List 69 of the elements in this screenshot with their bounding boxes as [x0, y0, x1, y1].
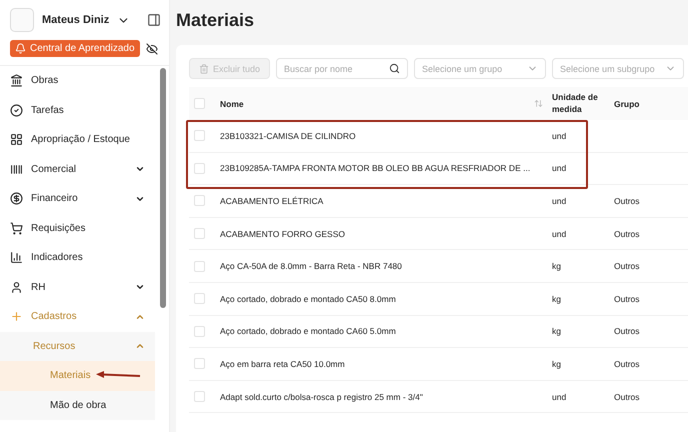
- user-icon: [10, 280, 23, 294]
- search-icon: [389, 63, 400, 74]
- table-cell-text: Outros: [614, 326, 641, 336]
- row-checkbox[interactable]: [194, 260, 205, 272]
- annotation-arrow: [96, 370, 142, 380]
- row-checkbox[interactable]: [194, 195, 205, 206]
- table-cell-text: und: [552, 130, 568, 141]
- table-cell-text: kg: [552, 261, 562, 272]
- row-checkbox[interactable]: [194, 293, 205, 304]
- sidebar-item[interactable]: Requisições: [0, 214, 155, 243]
- check-circle-icon: [10, 104, 23, 117]
- row-checkbox[interactable]: [194, 228, 205, 240]
- table-cell-text: und: [552, 163, 568, 174]
- sidebar-item[interactable]: Obras: [0, 66, 155, 96]
- page-title: Materiais: [176, 10, 256, 31]
- table-cell-text: ACABAMENTO FORRO GESSO: [220, 228, 346, 239]
- table-cell-text: Aço cortado, dobrado e montado CA60 5.0mm: [220, 326, 397, 336]
- eye-off-icon[interactable]: [146, 42, 158, 54]
- table-cell-text: Outros: [614, 392, 641, 402]
- bank-icon: [10, 74, 23, 88]
- row-checkbox[interactable]: [194, 326, 205, 337]
- user-name[interactable]: Mateus Diniz: [42, 14, 110, 26]
- table-row[interactable]: 23B109285A-TAMPA FRONTA MOTOR BB OLEO BB AGUA RESFRIADOR DE ... und: [189, 152, 688, 186]
- dollar-icon: [10, 192, 23, 206]
- sort-icon[interactable]: [534, 99, 543, 108]
- row-checkbox[interactable]: [194, 391, 205, 402]
- plus-icon: [10, 310, 23, 324]
- table-cell-text: ACABAMENTO ELÉTRICA: [220, 196, 324, 206]
- bar-chart-icon: [10, 251, 23, 264]
- barcode-icon: [10, 162, 23, 176]
- table-cell-text: Aço em barra reta CA50 10.0mm: [220, 358, 346, 369]
- table-cell-text: 23B103321-CAMISA DE CILINDRO: [220, 130, 357, 141]
- row-checkbox[interactable]: [194, 162, 205, 174]
- bell-icon: [15, 43, 26, 54]
- grid-icon: [10, 133, 23, 146]
- sidebar-subitem[interactable]: Mão de obra: [0, 390, 155, 420]
- sidebar-item[interactable]: Comercial: [0, 154, 155, 184]
- table-cell-text: Outros: [614, 358, 641, 369]
- column-header: Grupo: [614, 98, 640, 108]
- table-row[interactable]: Aço cortado, dobrado e montado CA60 5.0mm kg Outros: [189, 316, 688, 348]
- sidebar-item[interactable]: Tarefas: [0, 96, 155, 125]
- company-logo: [10, 8, 34, 32]
- table-cell-text: kg: [552, 294, 562, 304]
- table-cell-text: Aço CA-50A de 8.0mm - Barra Reta - NBR 7480: [220, 261, 403, 272]
- trash-icon: [199, 64, 209, 74]
- row-checkbox[interactable]: [194, 130, 205, 142]
- table-cell-text: und: [552, 392, 568, 402]
- table-cell-text: und: [552, 196, 568, 206]
- table-cell-text: Outros: [614, 228, 641, 239]
- select-all-checkbox[interactable]: [194, 98, 205, 109]
- table-cell-text: Outros: [614, 294, 641, 304]
- panel-toggle-icon[interactable]: [147, 13, 161, 27]
- table-cell-text: kg: [552, 358, 562, 369]
- table-cell-text: Outros: [614, 261, 641, 272]
- cart-icon: [10, 222, 23, 235]
- sidebar-item[interactable]: Indicadores: [0, 243, 155, 272]
- table-cell-text: Adapt sold.curto c/bolsa-rosca p registro 25 mm - 3/4": [220, 392, 424, 402]
- sidebar-item[interactable]: Apropriação / Estoque: [0, 125, 155, 154]
- table-cell-text: und: [552, 228, 568, 239]
- table-cell-text: kg: [552, 326, 562, 336]
- table-cell-text: Aço cortado, dobrado e montado CA50 8.0mm: [220, 294, 397, 304]
- column-header: Unidade de medida: [552, 92, 599, 115]
- sidebar-item[interactable]: RH: [0, 272, 155, 302]
- table-cell-text: 23B109285A-TAMPA FRONTA MOTOR BB OLEO BB AGUA RESFRIADOR DE ...: [220, 163, 532, 174]
- row-checkbox[interactable]: [194, 358, 205, 370]
- column-header[interactable]: Nome: [220, 98, 534, 108]
- table-cell-text: Outros: [614, 196, 641, 206]
- sidebar-item[interactable]: Financeiro: [0, 184, 155, 214]
- scrollbar[interactable]: [160, 68, 166, 308]
